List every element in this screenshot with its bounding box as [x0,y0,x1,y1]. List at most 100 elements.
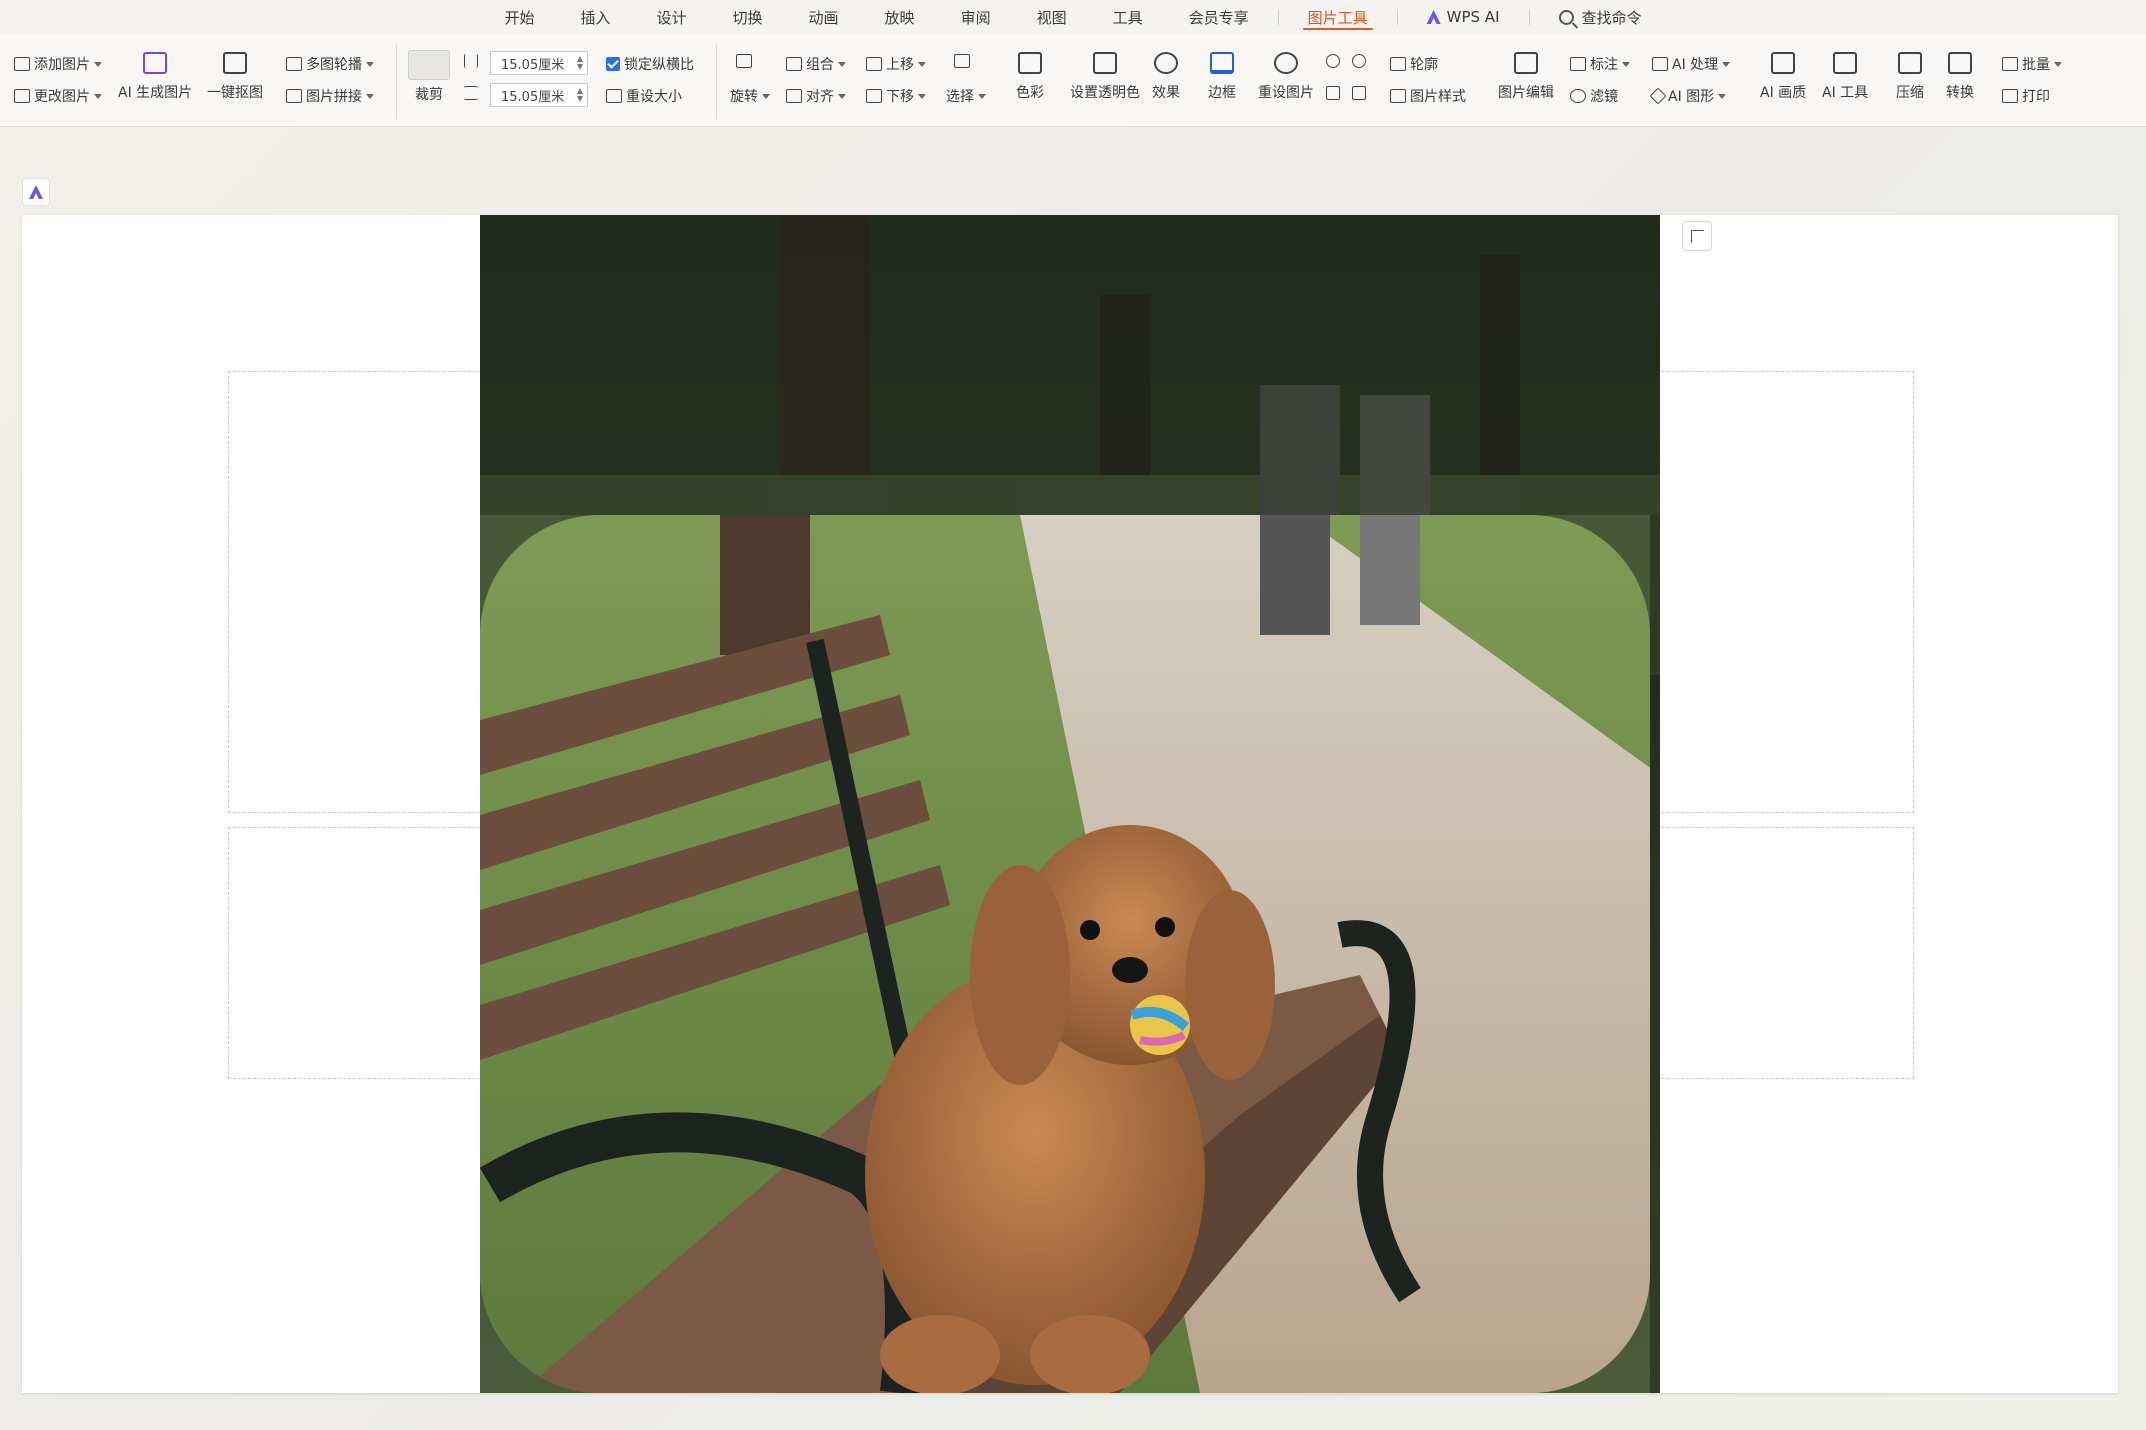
convert-button[interactable]: 转换 [1946,52,1974,102]
color-icon [1018,52,1042,74]
height-label [464,54,478,68]
replace-picture-button[interactable]: 更改图片 [14,86,102,106]
chevron-down-icon [1722,61,1731,67]
tab-animation[interactable]: 动画 [786,0,862,34]
multi-picture-carousel-button[interactable]: 多图轮播 [286,54,374,74]
search-label: 查找命令 [1581,8,1642,27]
picture-dog-on-bench[interactable] [480,215,1660,1393]
tab-insert[interactable]: 插入 [557,0,633,34]
ai-generate-picture-button[interactable]: AI 生成图片 [118,52,192,102]
height-input[interactable]: 15.05厘米 ▲ ▼ [490,51,588,75]
one-click-cutout-button[interactable]: 一键抠图 [207,52,263,102]
move-down-button[interactable]: 下移 [866,86,926,106]
tab-divider [1528,9,1530,25]
slide-canvas[interactable] [22,215,2118,1393]
rotate-icon-button[interactable] [736,54,752,68]
tab-transition[interactable]: 切换 [710,0,786,34]
align-button[interactable]: 对齐 [786,86,846,106]
width-input[interactable]: 15.05厘米 ▲ ▼ [490,83,588,107]
carousel-icon [286,57,302,71]
mark-button[interactable]: 标注 [1570,54,1630,74]
lock-ratio-checkbox[interactable]: 锁定纵横比 [606,54,694,74]
filter-button[interactable]: 滤镜 [1570,86,1618,106]
crop-button[interactable]: 裁剪 [408,50,450,104]
tab-view[interactable]: 视图 [1014,0,1090,34]
select-pane-icon [954,54,970,68]
reset-size-icon [606,89,622,103]
combine-button[interactable]: 组合 [786,54,846,74]
picture-edit-icon [1514,52,1538,74]
chevron-down-icon [978,93,986,99]
chevron-down-icon [366,93,374,99]
set-transparent-color-button[interactable]: 设置透明色 [1070,52,1140,102]
wps-ai-icon [1426,10,1441,24]
tab-wps-ai[interactable]: WPS AI [1404,0,1523,34]
ai-tools-button[interactable]: AI 工具 [1822,52,1868,102]
tab-design[interactable]: 设计 [634,0,710,34]
mark-icon [1570,57,1586,71]
crop-icon [1690,229,1704,243]
flip-button[interactable] [1326,86,1366,100]
rotate-left-icon [1326,54,1340,68]
reset-picture-button[interactable]: 重设图片 [1258,52,1314,102]
effects-icon [1154,52,1178,74]
rotate-icon [736,54,752,68]
ai-process-button[interactable]: AI 处理 [1652,54,1731,74]
filter-icon [1570,89,1586,103]
chevron-down-icon [1718,93,1727,99]
picture-style-icon [1390,89,1406,103]
search-command[interactable]: 查找命令 [1536,0,1665,34]
search-icon [1558,9,1574,25]
crop-icon [408,50,450,80]
picture-splice-button[interactable]: 图片拼接 [286,86,374,106]
height-icon [464,54,478,68]
wps-ai-label: WPS AI [1446,8,1500,26]
compress-button[interactable]: 压缩 [1896,52,1924,102]
chevron-down-icon [94,93,102,99]
ai-shape-button[interactable]: AI 图形 [1649,86,1727,106]
effects-button[interactable]: 效果 [1152,52,1180,102]
ai-sparkle-icon [143,52,168,74]
chevron-down-icon [918,93,926,99]
picture-style-button[interactable]: 图片样式 [1390,86,1466,106]
chevron-down-icon [94,61,102,67]
reset-size-button[interactable]: 重设大小 [606,86,682,106]
ai-process-icon [1652,57,1668,71]
flip-vertical-icon [1352,86,1366,100]
align-icon [786,89,802,103]
move-down-icon [866,89,882,103]
ai-enhance-button[interactable]: AI 画质 [1760,52,1806,102]
tab-start[interactable]: 开始 [481,0,557,34]
convert-icon [1948,52,1972,74]
border-button[interactable]: 边框 [1208,52,1236,102]
floating-ai-button[interactable] [22,178,50,206]
rotate-left-button[interactable] [1326,54,1366,68]
tab-picture-tools[interactable]: 图片工具 [1285,0,1391,34]
flip-horizontal-icon [1326,86,1340,100]
rotate-right-icon [1352,54,1366,68]
rotate-button[interactable]: 旋转 [730,86,770,106]
picture-edit-button[interactable]: 图片编辑 [1498,52,1554,102]
chevron-down-icon [762,93,770,99]
cutout-icon [223,52,247,74]
outline-button[interactable]: 轮廓 [1390,54,1438,74]
crop-quick-button[interactable] [1682,221,1712,251]
tab-tools[interactable]: 工具 [1090,0,1166,34]
color-button[interactable]: 色彩 [1016,52,1044,102]
add-picture-button[interactable]: 添加图片 [14,54,102,74]
select-icon-button[interactable] [954,54,970,68]
tab-member[interactable]: 会员专享 [1166,0,1272,34]
batch-button[interactable]: 批量 [2002,54,2062,74]
reset-picture-icon [1274,52,1298,74]
tab-divider [1277,9,1279,25]
tab-slideshow[interactable]: 放映 [862,0,938,34]
move-up-button[interactable]: 上移 [866,54,926,74]
ai-enhance-icon [1771,52,1796,74]
chevron-down-icon [366,61,374,67]
select-button[interactable]: 选择 [946,86,986,106]
stepper-icon[interactable]: ▲ ▼ [577,87,583,103]
tab-review[interactable]: 审阅 [938,0,1014,34]
move-up-icon [866,57,882,71]
print-button[interactable]: 打印 [2002,86,2050,106]
stepper-icon[interactable]: ▲ ▼ [577,55,583,71]
